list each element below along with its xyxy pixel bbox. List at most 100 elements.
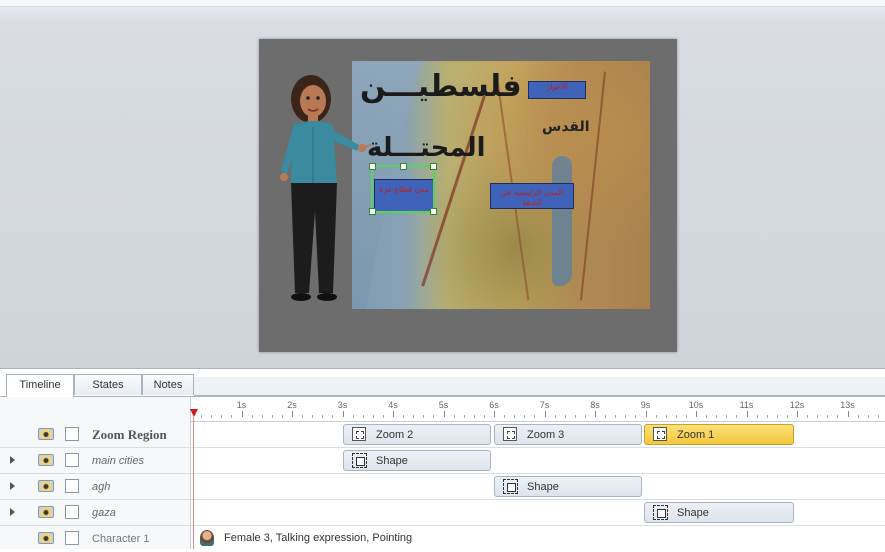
slide-canvas[interactable]: فلسطيـــن المحتـــلة القدس الاغوار المدن… (259, 39, 677, 352)
row-label: agh (92, 481, 111, 493)
callout-right[interactable]: المدن الرئيسية في الضفة (490, 183, 574, 209)
resize-handle[interactable] (430, 208, 437, 215)
ruler-minor-tick (504, 415, 506, 418)
visibility-eye-icon[interactable] (38, 506, 54, 518)
ruler-minor-tick (251, 415, 253, 418)
time-ruler[interactable]: 1s 2s 3s 4s 5s 6s 7s 8s 9s 10s 11s 12s 13s (191, 397, 885, 422)
expand-arrow-icon[interactable] (10, 482, 15, 490)
ruler-minor-tick (261, 415, 263, 418)
ruler-tick (292, 411, 293, 417)
ruler-minor-tick (483, 415, 485, 418)
ruler-minor-tick (615, 415, 617, 418)
resize-handle[interactable] (430, 163, 437, 170)
ruler-tick (393, 411, 394, 417)
ruler-minor-tick (473, 415, 475, 418)
ruler-minor-tick (403, 415, 405, 418)
lane (191, 448, 885, 473)
ruler-minor-tick (635, 415, 637, 418)
lock-checkbox[interactable] (65, 479, 79, 493)
clip-label: Shape (376, 455, 408, 467)
zoom-icon (503, 427, 517, 441)
ruler-minor-tick (221, 415, 223, 418)
lock-checkbox[interactable] (65, 427, 79, 441)
ruler-minor-tick (716, 415, 718, 418)
ruler-minor-tick (382, 415, 384, 418)
shape-icon (653, 505, 668, 520)
ruler-minor-tick (857, 415, 859, 418)
ruler-minor-tick (786, 415, 788, 418)
tab-states[interactable]: States (74, 374, 142, 395)
lock-checkbox[interactable] (65, 453, 79, 467)
row-label: Character 1 (92, 533, 150, 545)
clip-zoom-1[interactable]: Zoom 1 (644, 424, 794, 445)
lock-checkbox[interactable] (65, 505, 79, 519)
map-road (579, 71, 607, 301)
visibility-eye-icon[interactable] (38, 454, 54, 466)
clip-shape-gaza[interactable]: Shape (644, 502, 794, 523)
ruler-minor-tick (524, 415, 526, 418)
clip-label: Zoom 2 (376, 429, 414, 441)
ruler-tick (746, 411, 748, 417)
ruler-minor-tick (312, 415, 314, 418)
row-agh[interactable]: agh Shape (0, 474, 885, 500)
map-city-label: القدس (542, 119, 590, 135)
ruler-tick-label: 5s (438, 400, 449, 410)
visibility-eye-icon[interactable] (38, 532, 54, 544)
ruler-minor-tick (756, 415, 758, 418)
toolbar-strip (0, 0, 885, 7)
clip-zoom-2[interactable]: Zoom 2 (343, 424, 491, 445)
expand-arrow-icon[interactable] (10, 456, 15, 464)
row-label: main cities (92, 455, 144, 467)
ruler-minor-tick (362, 415, 364, 418)
clip-shape-main-cities[interactable]: Shape (343, 450, 491, 471)
ruler-tick-label: 1s (236, 400, 247, 410)
ruler-minor-tick (867, 415, 869, 418)
ruler-minor-tick (281, 415, 283, 418)
tab-notes[interactable]: Notes (142, 374, 194, 395)
ruler-tick (342, 411, 344, 417)
ruler-tick (847, 411, 849, 417)
callout-top[interactable]: الاغوار (528, 81, 586, 99)
character-female-3[interactable] (271, 71, 371, 309)
visibility-eye-icon[interactable] (38, 428, 54, 440)
ruler-tick-label: 6s (489, 400, 499, 410)
ruler-tick (241, 411, 243, 417)
ruler-minor-tick (605, 415, 607, 418)
ruler-tick-label: 12s (789, 400, 805, 410)
ruler-minor-tick (584, 415, 586, 418)
ruler-minor-tick (413, 415, 415, 418)
tabs-strip (194, 377, 885, 396)
clip-shape-agh[interactable]: Shape (494, 476, 642, 497)
visibility-eye-icon[interactable] (38, 480, 54, 492)
expand-arrow-icon[interactable] (10, 508, 15, 516)
clip-label: Shape (527, 481, 559, 493)
ruler-minor-tick (706, 415, 708, 418)
selection-box[interactable] (369, 163, 437, 215)
ruler-minor-tick (837, 415, 839, 418)
ruler-minor-tick (352, 415, 354, 418)
row-gaza[interactable]: gaza Shape (0, 500, 885, 526)
row-main-cities[interactable]: main cities Shape (0, 448, 885, 474)
map-title-line1: فلسطيـــن (360, 69, 522, 104)
ruler-minor-tick (231, 415, 233, 418)
ruler-minor-tick (574, 415, 576, 418)
ruler-minor-tick (766, 415, 768, 418)
resize-handle[interactable] (400, 163, 407, 170)
row-label: Zoom Region (92, 427, 167, 442)
ruler-minor-tick (554, 415, 556, 418)
ruler-minor-tick (817, 415, 819, 418)
row-label: gaza (92, 507, 116, 519)
ruler-minor-tick (776, 415, 778, 418)
row-zoom-region[interactable]: Zoom Region Zoom 2 Zoom 3 Zoom 1 (0, 422, 885, 448)
clip-zoom-3[interactable]: Zoom 3 (494, 424, 642, 445)
character-avatar-icon (200, 530, 214, 546)
tab-timeline[interactable]: Timeline (6, 374, 74, 397)
ruler-minor-tick (332, 415, 334, 418)
row-character-1[interactable]: Character 1 Female 3, Talking expression… (0, 526, 885, 552)
map-title-line2: المحتـــلة (367, 133, 486, 163)
ruler-minor-tick (423, 415, 425, 418)
ruler-minor-tick (564, 415, 566, 418)
lock-checkbox[interactable] (65, 531, 79, 545)
ruler-minor-tick (201, 415, 203, 418)
playhead-marker[interactable] (190, 409, 198, 417)
